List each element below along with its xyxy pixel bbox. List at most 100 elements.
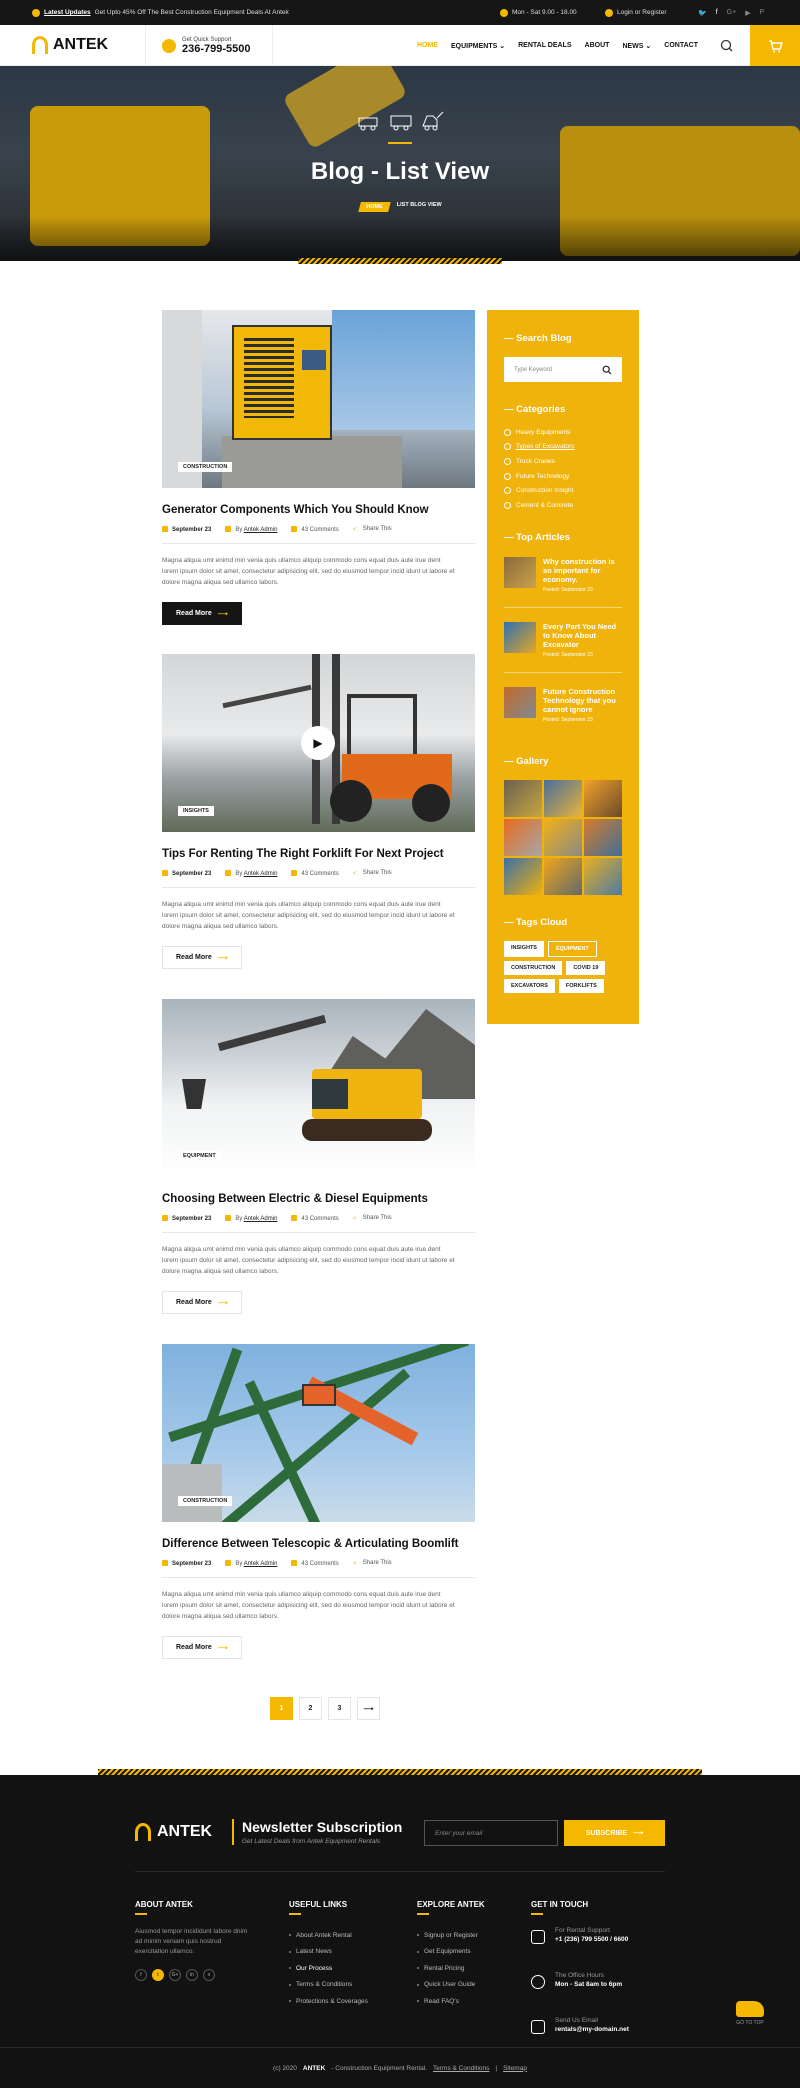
- login-link[interactable]: Login or Register: [605, 8, 667, 17]
- footer-link[interactable]: Read FAQ's: [417, 1993, 485, 2010]
- latest-updates-link[interactable]: Latest Updates: [44, 9, 91, 16]
- post-title[interactable]: Tips For Renting The Right Forklift For …: [162, 848, 475, 860]
- post-image-generator[interactable]: CONSTRUCTION: [162, 310, 475, 488]
- footer-link[interactable]: About Antek Rental: [289, 1927, 368, 1944]
- play-video-button[interactable]: ▶: [301, 726, 335, 760]
- author-link[interactable]: Antek Admin: [244, 527, 278, 533]
- page-3-button[interactable]: 3: [328, 1697, 351, 1720]
- youtube-icon[interactable]: ▶: [745, 9, 750, 17]
- nav-news[interactable]: NEWS ⌄: [622, 42, 651, 50]
- author-link[interactable]: Antek Admin: [244, 1216, 278, 1222]
- read-more-button[interactable]: Read More ⟶: [162, 1636, 242, 1659]
- article-title[interactable]: Every Part You Need to Know About Excava…: [543, 622, 622, 649]
- author-link[interactable]: Antek Admin: [244, 871, 278, 877]
- gallery-image[interactable]: [544, 819, 582, 856]
- post-title[interactable]: Choosing Between Electric & Diesel Equip…: [162, 1193, 475, 1205]
- nav-home[interactable]: HOME: [417, 42, 438, 49]
- article-thumbnail[interactable]: [504, 557, 536, 588]
- post-comments[interactable]: 43 Comments: [291, 526, 339, 533]
- twitter-icon[interactable]: t: [152, 1969, 164, 1981]
- post-image-excavator[interactable]: EQUIPMENT: [162, 999, 475, 1177]
- post-comments[interactable]: 43 Comments: [291, 1215, 339, 1222]
- tag[interactable]: EXCAVATORS: [504, 979, 555, 993]
- read-more-button[interactable]: Read More ⟶: [162, 602, 242, 625]
- site-logo[interactable]: ANTEK: [32, 36, 108, 54]
- share-button[interactable]: < Share This: [353, 1560, 392, 1567]
- page-2-button[interactable]: 2: [299, 1697, 322, 1720]
- category-item[interactable]: Cement & Concrete: [504, 498, 622, 513]
- facebook-icon[interactable]: f: [716, 9, 718, 17]
- category-badge[interactable]: EQUIPMENT: [178, 1151, 221, 1161]
- search-icon[interactable]: [602, 365, 612, 375]
- next-page-button[interactable]: ⟶: [357, 1697, 380, 1720]
- footer-link[interactable]: Protections & Coverages: [289, 1993, 368, 2010]
- nav-equipments[interactable]: EQUIPMENTS ⌄: [451, 42, 505, 50]
- nav-rental-deals[interactable]: RENTAL DEALS: [518, 42, 571, 49]
- footer-link[interactable]: Terms & Conditions: [289, 1977, 368, 1994]
- go-to-top-button[interactable]: GO TO TOP: [736, 2001, 764, 2026]
- category-item[interactable]: Heavy Equipments: [504, 425, 622, 440]
- contact-value[interactable]: rentals@my-domain.net: [555, 2026, 629, 2033]
- search-input[interactable]: Type Keyword: [504, 357, 622, 382]
- google-plus-icon[interactable]: G+: [169, 1969, 181, 1981]
- twitter-icon[interactable]: 🐦: [698, 9, 707, 17]
- facebook-icon[interactable]: f: [135, 1969, 147, 1981]
- gallery-image[interactable]: [584, 858, 622, 895]
- footer-link[interactable]: Get Equipments: [417, 1944, 485, 1961]
- top-article[interactable]: Future Construction Technology that you …: [504, 687, 622, 737]
- terms-link[interactable]: Terms & Conditions: [433, 2065, 489, 2072]
- footer-logo[interactable]: ANTEK: [135, 1823, 212, 1841]
- share-button[interactable]: < Share This: [353, 870, 392, 877]
- gallery-image[interactable]: [504, 858, 542, 895]
- newsletter-email-input[interactable]: Enter your email: [424, 1820, 558, 1846]
- post-title[interactable]: Difference Between Telescopic & Articula…: [162, 1538, 475, 1550]
- article-thumbnail[interactable]: [504, 622, 536, 653]
- post-image-forklift[interactable]: ▶ INSIGHTS: [162, 654, 475, 832]
- footer-link[interactable]: Signup or Register: [417, 1927, 485, 1944]
- breadcrumb-home[interactable]: HOME: [358, 202, 391, 212]
- footer-link[interactable]: Rental Pricing: [417, 1960, 485, 1977]
- pinterest-icon[interactable]: P: [760, 9, 765, 17]
- linkedin-icon[interactable]: in: [186, 1969, 198, 1981]
- category-item[interactable]: Future Technology: [504, 469, 622, 484]
- gallery-image[interactable]: [504, 819, 542, 856]
- support-phone[interactable]: 236-799-5500: [182, 43, 251, 55]
- category-badge[interactable]: INSIGHTS: [178, 806, 214, 816]
- share-button[interactable]: < Share This: [353, 526, 392, 533]
- category-item[interactable]: Types of Excavators: [504, 440, 622, 455]
- tag[interactable]: COVID 19: [566, 961, 606, 975]
- post-comments[interactable]: 43 Comments: [291, 870, 339, 877]
- gallery-image[interactable]: [584, 819, 622, 856]
- post-comments[interactable]: 43 Comments: [291, 1560, 339, 1567]
- nav-about[interactable]: ABOUT: [585, 42, 610, 49]
- top-article[interactable]: Every Part You Need to Know About Excava…: [504, 622, 622, 673]
- tag[interactable]: CONSTRUCTION: [504, 961, 563, 975]
- search-icon[interactable]: [718, 37, 736, 55]
- tag[interactable]: INSIGHTS: [504, 941, 544, 957]
- login-text[interactable]: Login or Register: [617, 9, 667, 16]
- article-title[interactable]: Future Construction Technology that you …: [543, 687, 622, 714]
- vimeo-icon[interactable]: v: [203, 1969, 215, 1981]
- post-image-boomlift[interactable]: CONSTRUCTION: [162, 1344, 475, 1522]
- gallery-image[interactable]: [544, 858, 582, 895]
- article-title[interactable]: Why construction is so important for eco…: [543, 557, 622, 584]
- gallery-image[interactable]: [544, 780, 582, 817]
- top-article[interactable]: Why construction is so important for eco…: [504, 557, 622, 608]
- author-link[interactable]: Antek Admin: [244, 1561, 278, 1567]
- share-button[interactable]: < Share This: [353, 1215, 392, 1222]
- subscribe-button[interactable]: SUBSCRIBE ⟶: [564, 1820, 665, 1846]
- category-item[interactable]: Truck Cranes: [504, 454, 622, 469]
- category-badge[interactable]: CONSTRUCTION: [178, 1496, 233, 1506]
- post-title[interactable]: Generator Components Which You Should Kn…: [162, 504, 475, 516]
- gallery-image[interactable]: [504, 780, 542, 817]
- gallery-image[interactable]: [584, 780, 622, 817]
- footer-link[interactable]: Quick User Guide: [417, 1977, 485, 1994]
- google-plus-icon[interactable]: G+: [727, 9, 737, 17]
- footer-link[interactable]: Our Process: [289, 1960, 368, 1977]
- article-thumbnail[interactable]: [504, 687, 536, 718]
- sitemap-link[interactable]: Sitemap: [503, 2065, 527, 2072]
- read-more-button[interactable]: Read More ⟶: [162, 1291, 242, 1314]
- footer-link[interactable]: Latest News: [289, 1944, 368, 1961]
- category-item[interactable]: Construction Insight: [504, 483, 622, 498]
- tag[interactable]: EQUIPMENT: [547, 941, 597, 957]
